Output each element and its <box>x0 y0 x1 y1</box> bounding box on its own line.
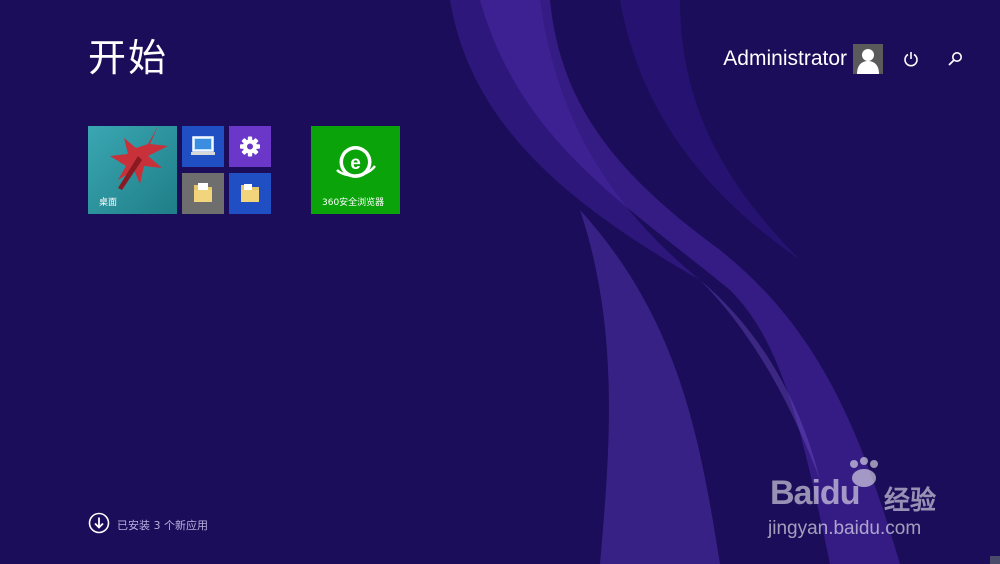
power-icon[interactable] <box>900 48 922 70</box>
user-avatar-icon <box>853 44 883 74</box>
user-name: Administrator <box>723 47 847 70</box>
tile-desktop[interactable]: 桌面 <box>88 126 177 214</box>
tile-documents[interactable] <box>182 173 224 214</box>
download-arrow-icon <box>88 512 110 538</box>
baidu-jingyan-watermark: Baidu 经验 jingyan.baidu.com <box>766 456 952 546</box>
svg-text:e: e <box>350 153 361 174</box>
new-apps-installed-link[interactable]: 已安装 3 个新应用 <box>88 512 208 538</box>
new-apps-installed-text: 已安装 3 个新应用 <box>117 519 208 532</box>
tile-settings[interactable] <box>229 126 271 167</box>
tile-desktop-label: 桌面 <box>99 198 118 208</box>
tile-360-browser-label: 360安全浏览器 <box>322 198 385 208</box>
corner-marker <box>990 556 1000 564</box>
folder-icon <box>241 184 259 202</box>
watermark-logo: Baidu <box>770 474 860 512</box>
watermark-url: jingyan.baidu.com <box>768 518 922 539</box>
tile-360-browser[interactable]: e 360安全浏览器 <box>311 126 400 214</box>
document-folder-icon <box>194 183 212 202</box>
tile-this-pc[interactable] <box>182 126 224 167</box>
computer-icon <box>191 136 215 155</box>
start-title: 开始 <box>88 36 169 80</box>
user-account[interactable]: Administrator <box>723 44 883 74</box>
watermark-text: 经验 <box>884 486 937 516</box>
tile-file-explorer[interactable] <box>229 173 271 214</box>
gear-icon <box>240 136 260 157</box>
search-icon[interactable] <box>944 48 966 70</box>
